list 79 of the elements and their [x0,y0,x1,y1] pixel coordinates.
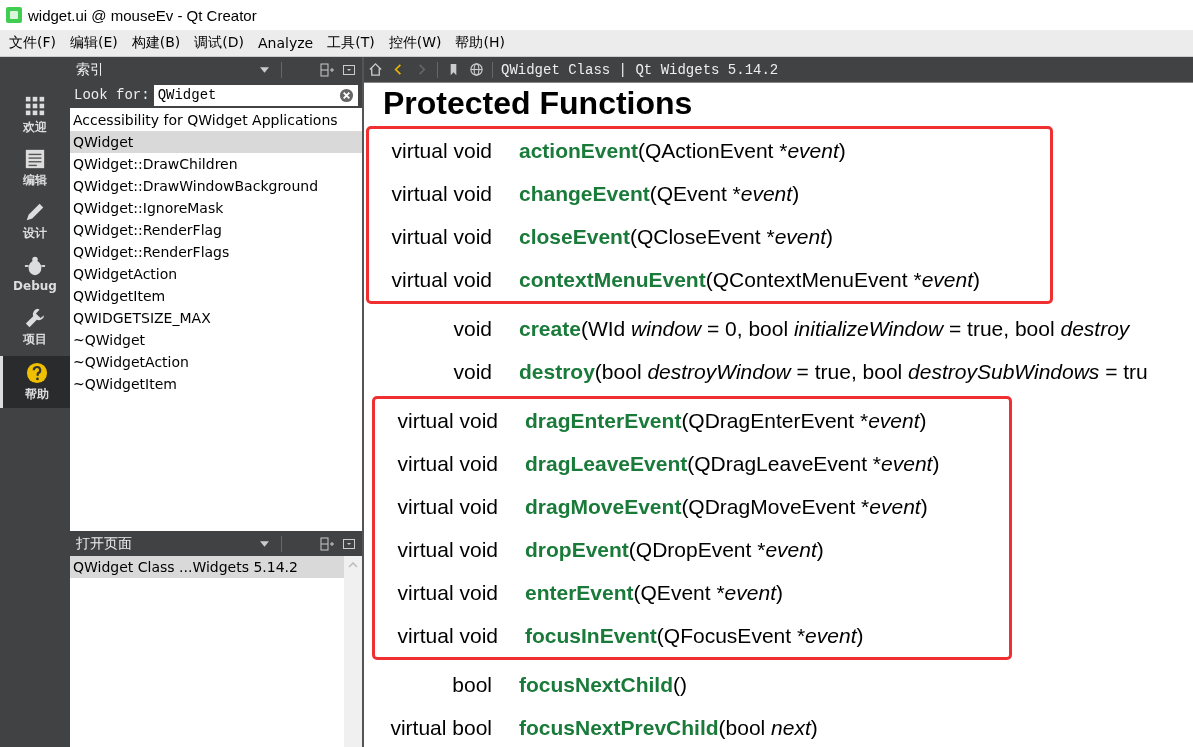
menu-item[interactable]: 构建(B) [131,34,181,52]
close-panel-icon[interactable] [342,536,356,551]
return-type: bool [451,672,492,697]
wrench-icon [24,306,46,329]
dropdown-arrow-icon[interactable] [260,540,269,547]
mode-button[interactable]: 帮助 [0,356,70,408]
close-panel-icon[interactable] [342,62,356,77]
scrollbar[interactable] [344,556,362,747]
menu-item[interactable]: 帮助(H) [455,34,505,52]
mode-button[interactable]: Debug [0,250,70,298]
function-signature: contextMenuEvent(QContextMenuEvent *event) [519,267,980,292]
help-icon [25,361,48,384]
function-signature: destroy(bool destroyWindow = true, bool destroySubWindows = tru [519,359,1148,384]
return-type: virtual bool [389,715,492,740]
menu-item[interactable]: 编辑(E) [70,34,118,52]
function-signature: focusNextPrevChild(bool next) [519,715,818,740]
return-type: virtual void [396,580,498,605]
return-type: virtual void [390,181,492,206]
section-heading: Protected Functions [382,84,694,123]
function-signature: actionEvent(QActionEvent *event) [519,138,846,163]
return-type: virtual void [390,267,492,292]
return-type: virtual void [396,494,498,519]
home-icon[interactable] [368,62,383,77]
panel-title[interactable]: 打开页面 [76,534,252,553]
look-for-label: Look for: [74,87,150,103]
return-type: virtual void [396,408,498,433]
document-icon [24,147,46,170]
window-title: widget.ui @ mouseEv - Qt Creator [28,6,257,24]
panel-title[interactable]: 索引 [76,60,252,79]
menu-item[interactable]: 工具(T) [327,34,375,52]
page-title: QWidget Class | Qt Widgets 5.14.2 [501,61,779,78]
menu-item[interactable]: 文件(F) [9,34,56,52]
return-type: virtual void [396,451,498,476]
return-type: virtual void [390,138,492,163]
index-item[interactable]: QWidget::RenderFlags [70,241,362,263]
app-logo-icon [6,7,22,23]
function-signature: changeEvent(QEvent *event) [519,181,800,206]
split-icon[interactable] [320,62,334,77]
return-type: void [452,316,492,341]
mode-button[interactable]: 项目 [0,303,70,351]
index-item[interactable]: ~QWidgetItem [70,373,362,395]
mode-button[interactable]: 设计 [0,197,70,245]
grid-icon [24,94,46,117]
menu-item[interactable]: Analyze [258,35,314,51]
menu-item[interactable]: 调试(D) [194,34,244,52]
return-type: virtual void [396,537,498,562]
index-item[interactable]: ~QWidget [70,329,362,351]
index-item[interactable]: QWidget::DrawChildren [70,153,362,175]
function-signature: dropEvent(QDropEvent *event) [525,537,824,562]
index-item[interactable]: QWidgetItem [70,285,362,307]
function-signature: dragMoveEvent(QDragMoveEvent *event) [525,494,928,519]
function-signature: create(WId window = 0, bool initializeWindow = true, bool destroy [519,316,1130,341]
index-item[interactable]: Accessibility for QWidget Applications [70,109,362,131]
index-item[interactable]: ~QWidgetAction [70,351,362,373]
search-field[interactable]: QWidget [153,84,358,106]
index-item[interactable]: QWidget::IgnoreMask [70,197,362,219]
index-item[interactable]: QWidget [70,131,362,153]
mode-button[interactable]: 编辑 [0,144,70,192]
return-type: virtual void [390,224,492,249]
clear-icon[interactable] [339,87,354,103]
globe-icon[interactable] [469,62,484,77]
split-icon[interactable] [320,536,334,551]
bug-icon [24,255,46,277]
menu-item[interactable]: 控件(W) [388,34,442,52]
index-item[interactable]: QWidgetAction [70,263,362,285]
index-item[interactable]: QWIDGETSIZE_MAX [70,307,362,329]
dropdown-arrow-icon[interactable] [260,66,269,73]
open-page-item[interactable]: QWidget Class ...Widgets 5.14.2 [70,556,344,578]
index-item[interactable]: QWidget::RenderFlag [70,219,362,241]
index-item[interactable]: QWidget::DrawWindowBackground [70,175,362,197]
function-signature: enterEvent(QEvent *event) [525,580,783,605]
function-signature: dragEnterEvent(QDragEnterEvent *event) [525,408,927,433]
return-type: void [452,359,492,384]
return-type: virtual void [396,623,498,648]
function-signature: focusInEvent(QFocusEvent *event) [525,623,864,648]
function-signature: closeEvent(QCloseEvent *event) [519,224,833,249]
function-signature: focusNextChild() [519,672,687,697]
mode-button[interactable]: 欢迎 [0,91,70,139]
function-signature: dragLeaveEvent(QDragLeaveEvent *event) [525,451,940,476]
